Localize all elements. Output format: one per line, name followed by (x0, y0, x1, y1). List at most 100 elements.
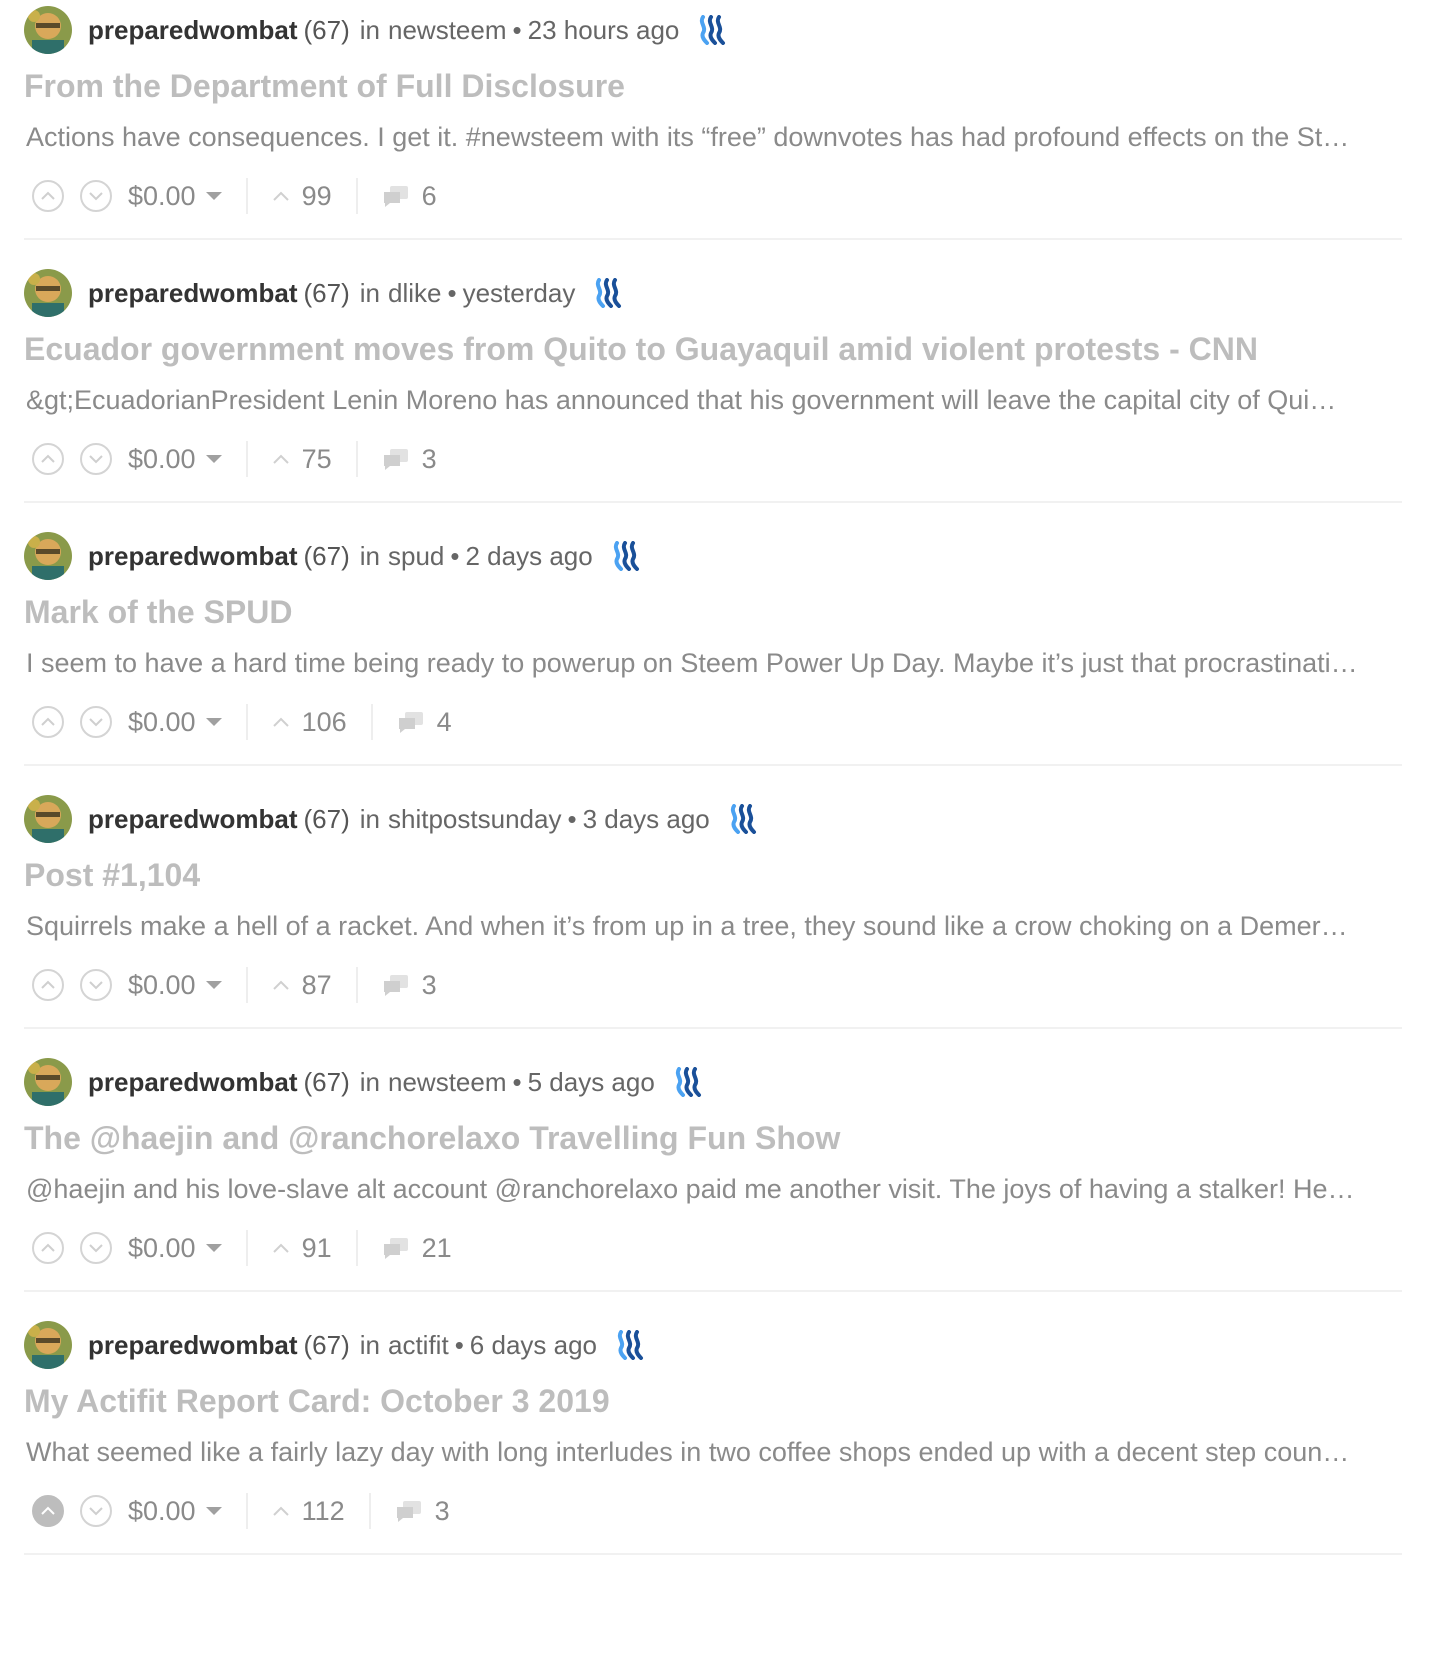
post-divider (24, 1290, 1402, 1292)
divider (370, 704, 373, 740)
avatar[interactable] (24, 6, 72, 54)
upvote-icon[interactable] (32, 969, 64, 1001)
downvote-icon[interactable] (80, 180, 112, 212)
payout-dropdown[interactable]: $0.00 (128, 181, 222, 212)
upvote-icon[interactable] (32, 180, 64, 212)
comments-link[interactable]: 3 (382, 970, 437, 1001)
voters-count[interactable]: 112 (272, 1496, 345, 1527)
payout-dropdown[interactable]: $0.00 (128, 707, 222, 738)
avatar[interactable] (24, 795, 72, 843)
in-label: in (359, 14, 380, 45)
post-timestamp-link[interactable]: yesterday (463, 278, 576, 309)
post-title-link[interactable]: The @haejin and @ranchorelaxo Travelling… (24, 1120, 840, 1157)
payout-value: $0.00 (128, 706, 196, 737)
votes-count-value: 99 (301, 180, 332, 211)
post-excerpt[interactable]: What seemed like a fairly lazy day with … (26, 1437, 1402, 1468)
post-timestamp-link[interactable]: 23 hours ago (528, 15, 680, 46)
comments-count-value: 3 (434, 1495, 450, 1526)
comments-count-value: 21 (421, 1232, 452, 1263)
post-title-link[interactable]: Mark of the SPUD (24, 594, 292, 631)
payout-value: $0.00 (128, 1232, 196, 1263)
comments-count-value: 3 (421, 969, 437, 1000)
steem-logo-icon (611, 541, 643, 571)
divider (245, 441, 248, 477)
post-actions: $0.00 106 4 (32, 698, 452, 746)
post-timestamp-link[interactable]: 2 days ago (466, 541, 593, 572)
avatar[interactable] (24, 269, 72, 317)
post-summary: preparedwombat (67) in spud • 2 days ago… (24, 526, 1402, 804)
avatar[interactable] (24, 532, 72, 580)
votes-chevron-icon (272, 980, 289, 990)
post-excerpt[interactable]: I seem to have a hard time being ready t… (26, 648, 1402, 679)
post-title-link[interactable]: Ecuador government moves from Quito to G… (24, 331, 1258, 368)
divider (245, 967, 248, 1003)
author-link[interactable]: preparedwombat (88, 804, 298, 835)
upvote-icon[interactable] (32, 1232, 64, 1264)
voters-count[interactable]: 87 (272, 970, 332, 1001)
downvote-icon[interactable] (80, 1232, 112, 1264)
post-actions: $0.00 87 3 (32, 961, 437, 1009)
votes-count-value: 91 (301, 1232, 332, 1263)
author-link[interactable]: preparedwombat (88, 541, 298, 572)
downvote-icon[interactable] (80, 1495, 112, 1527)
dropdown-caret-icon (205, 981, 222, 989)
community-tag-link[interactable]: dlike (388, 278, 441, 309)
post-title-link[interactable]: My Actifit Report Card: October 3 2019 (24, 1383, 610, 1420)
post-title-link[interactable]: From the Department of Full Disclosure (24, 68, 625, 105)
author-reputation: (67) (303, 1066, 350, 1097)
author-link[interactable]: preparedwombat (88, 1067, 298, 1098)
avatar[interactable] (24, 1321, 72, 1369)
divider (245, 704, 248, 740)
post-excerpt[interactable]: @haejin and his love-slave alt account @… (26, 1174, 1402, 1205)
payout-dropdown[interactable]: $0.00 (128, 1496, 222, 1527)
downvote-icon[interactable] (80, 706, 112, 738)
voters-count[interactable]: 106 (272, 707, 347, 738)
post-title-link[interactable]: Post #1,104 (24, 857, 200, 894)
author-link[interactable]: preparedwombat (88, 1330, 298, 1361)
downvote-icon[interactable] (80, 969, 112, 1001)
payout-dropdown[interactable]: $0.00 (128, 970, 222, 1001)
comments-link[interactable]: 6 (382, 181, 437, 212)
payout-dropdown[interactable]: $0.00 (128, 1233, 222, 1264)
comments-link[interactable]: 21 (382, 1233, 452, 1264)
post-timestamp-link[interactable]: 6 days ago (470, 1330, 597, 1361)
post-timestamp-link[interactable]: 3 days ago (583, 804, 710, 835)
voters-count[interactable]: 91 (272, 1233, 332, 1264)
payout-value: $0.00 (128, 969, 196, 1000)
post-excerpt[interactable]: &gt;EcuadorianPresident Lenin Moreno has… (26, 385, 1402, 416)
community-tag-link[interactable]: spud (388, 541, 444, 572)
payout-dropdown[interactable]: $0.00 (128, 444, 222, 475)
upvote-icon[interactable] (32, 443, 64, 475)
comments-link[interactable]: 3 (395, 1496, 450, 1527)
votes-count-value: 106 (301, 706, 347, 737)
upvote-icon[interactable] (32, 706, 64, 738)
votes-count-value: 112 (301, 1495, 345, 1526)
author-link[interactable]: preparedwombat (88, 15, 298, 46)
author-link[interactable]: preparedwombat (88, 278, 298, 309)
divider (355, 967, 358, 1003)
voters-count[interactable]: 99 (272, 181, 332, 212)
bullet-separator: • (512, 14, 522, 45)
community-tag-link[interactable]: newsteem (388, 15, 507, 46)
voters-count[interactable]: 75 (272, 444, 332, 475)
dropdown-caret-icon (205, 192, 222, 200)
community-tag-link[interactable]: newsteem (388, 1067, 507, 1098)
comments-bubble-icon (383, 186, 408, 207)
divider (245, 178, 248, 214)
post-timestamp-link[interactable]: 5 days ago (528, 1067, 655, 1098)
upvote-icon[interactable] (32, 1495, 64, 1527)
comments-link[interactable]: 3 (382, 444, 437, 475)
post-excerpt[interactable]: Squirrels make a hell of a racket. And w… (26, 911, 1402, 942)
author-reputation: (67) (303, 540, 350, 571)
in-label: in (359, 1066, 380, 1097)
downvote-icon[interactable] (80, 443, 112, 475)
steem-logo-icon (673, 1067, 705, 1097)
divider (355, 178, 358, 214)
in-label: in (359, 1329, 380, 1360)
comments-count-value: 3 (421, 443, 437, 474)
community-tag-link[interactable]: actifit (388, 1330, 449, 1361)
community-tag-link[interactable]: shitpostsunday (388, 804, 561, 835)
post-excerpt[interactable]: Actions have consequences. I get it. #ne… (26, 122, 1402, 153)
avatar[interactable] (24, 1058, 72, 1106)
comments-link[interactable]: 4 (397, 707, 452, 738)
